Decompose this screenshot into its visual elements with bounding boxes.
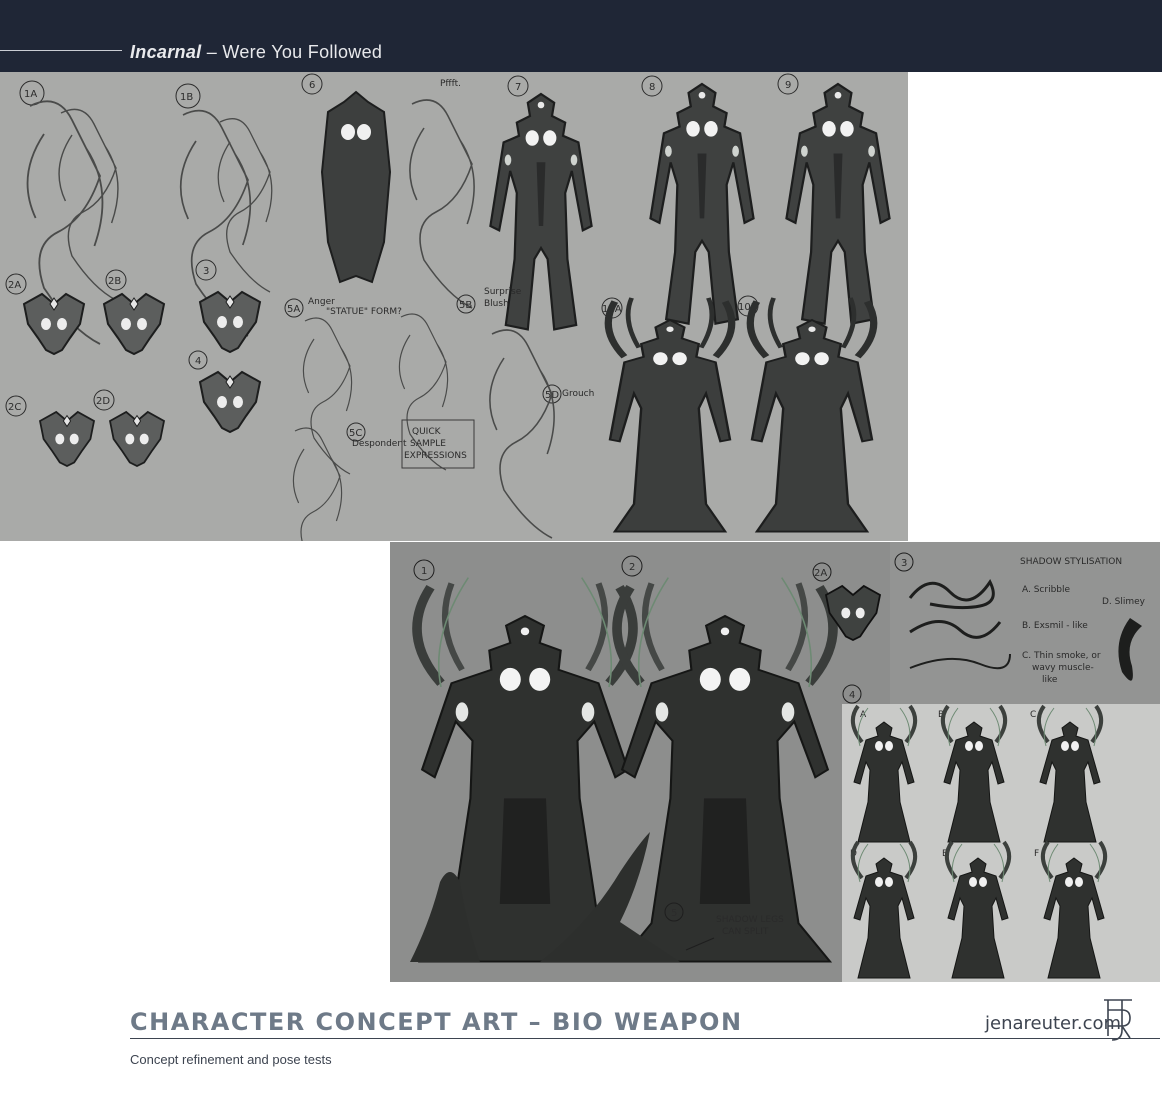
note-quick-1: QUICK — [412, 427, 442, 437]
note-blush: Blush — [484, 299, 509, 309]
shadow-title: SHADOW STYLISATION — [1020, 557, 1122, 567]
label-b2a: 2A — [814, 568, 827, 579]
sketch-heads: 2A 2B 3 4 2C 2D — [5, 259, 261, 467]
banner-title-rest: – Were You Followed — [201, 42, 383, 62]
banner-rule — [0, 50, 122, 51]
label-b4: 4 — [849, 690, 855, 701]
shadow-stylisation-panel: 3 SHADOW STYLISATION A. Scribble B. Exsm… — [890, 542, 1160, 704]
top-banner: Incarnal – Were You Followed — [0, 0, 1162, 72]
note-pffft: Pffft. — [440, 79, 461, 89]
sketch-9: 9 — [777, 73, 891, 325]
panel-4-color-tests: 4 A B C D E F — [842, 684, 1160, 982]
sketch-10b: 10B — [737, 296, 874, 532]
note-quick-3: EXPRESSIONS — [404, 451, 467, 461]
panel-letter-f: F — [1034, 849, 1039, 859]
sketch-6: 6 "STATUE" FORM? — [301, 73, 402, 317]
footer-rule — [130, 1038, 1160, 1039]
label-9: 9 — [785, 80, 791, 91]
jr-logo-icon — [1104, 999, 1132, 1041]
shadow-b: B. Exsmil - like — [1022, 621, 1088, 631]
figure-2: 2 — [617, 555, 833, 962]
note-grouch: Grouch — [562, 389, 594, 399]
label-8: 8 — [649, 82, 655, 93]
concept-sheet-refined: 1 2 2A 3 SHADOW STYLISATION A. Scribble … — [390, 542, 1160, 982]
sketch-expressions: 5A Anger 5B Surprise Blush 5C Despondent… — [284, 287, 594, 541]
label-7: 7 — [515, 82, 521, 93]
sketch-artwork: 1A 1B 6 "STATUE" FORM? Pffft. 7 8 9 2A 2… — [5, 73, 891, 541]
shadow-c: C. Thin smoke, or — [1022, 651, 1101, 661]
label-3: 3 — [203, 266, 209, 277]
label-1a: 1A — [24, 89, 37, 100]
label-5b: 5B — [459, 300, 472, 311]
label-6: 6 — [309, 80, 315, 91]
label-2d: 2D — [96, 396, 110, 407]
sketch-8: 8 — [641, 75, 755, 325]
footer-subtitle: Concept refinement and pose tests — [130, 1052, 332, 1067]
label-2c: 2C — [8, 402, 21, 413]
footer-title: CHARACTER CONCEPT ART – BIO WEAPON — [130, 1008, 743, 1036]
legs-note-2: CAN SPLIT — [722, 927, 769, 937]
label-5a: 5A — [287, 304, 300, 315]
label-4: 4 — [195, 356, 201, 367]
label-2b: 2B — [108, 276, 121, 287]
panel-letter-c: C — [1030, 710, 1036, 720]
banner-title: Incarnal – Were You Followed — [130, 40, 382, 64]
shadow-a: A. Scribble — [1022, 585, 1071, 595]
label-b5: 5 — [671, 908, 677, 919]
shadow-c3: like — [1042, 675, 1058, 685]
label-2a: 2A — [8, 280, 21, 291]
legs-note-1: SHADOW LEGS — [716, 915, 784, 925]
refined-artwork: 1 2 2A 3 SHADOW STYLISATION A. Scribble … — [410, 542, 1160, 982]
note-statue: "STATUE" FORM? — [326, 307, 402, 317]
note-anger: Anger — [308, 297, 335, 307]
shadow-d: D. Slimey — [1102, 597, 1146, 607]
label-b2: 2 — [629, 562, 635, 573]
sketch-pffft: Pffft. — [409, 79, 475, 309]
shadow-c2: wavy muscle- — [1032, 663, 1094, 673]
concept-sheet-sketches: 1A 1B 6 "STATUE" FORM? Pffft. 7 8 9 2A 2… — [0, 72, 908, 541]
label-5c: 5C — [349, 428, 362, 439]
note-despondent: Despondent — [352, 439, 407, 449]
label-b1: 1 — [421, 566, 427, 577]
label-1b: 1B — [180, 92, 193, 103]
banner-title-bold: Incarnal — [130, 42, 202, 62]
label-b3: 3 — [901, 558, 907, 569]
note-quick-2: SAMPLE — [410, 439, 446, 449]
sketch-10a: 10A — [601, 298, 732, 532]
note-surprise: Surprise — [484, 287, 522, 297]
